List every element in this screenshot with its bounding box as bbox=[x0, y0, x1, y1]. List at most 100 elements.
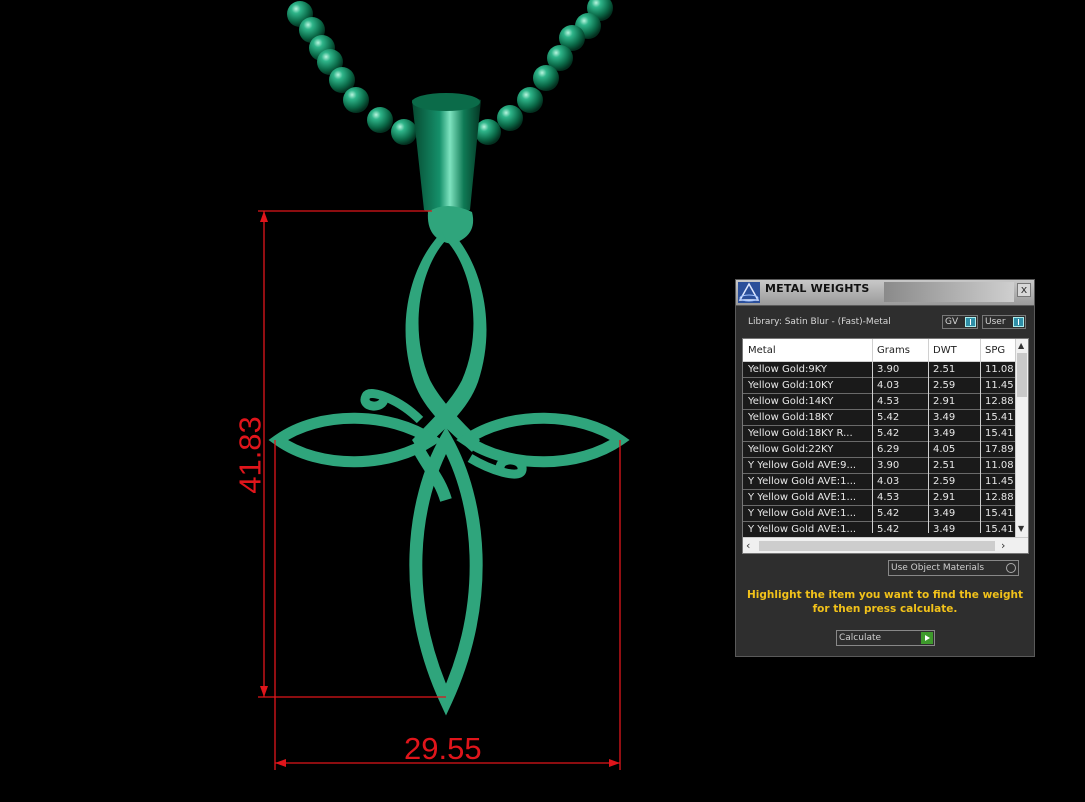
cell-grams: 5.42 bbox=[877, 412, 900, 423]
cell-dwt: 3.49 bbox=[933, 428, 956, 439]
cell-grams: 4.53 bbox=[877, 396, 900, 407]
table-row[interactable]: Y Yellow Gold AVE:1... 4.53 2.91 12.88 bbox=[743, 490, 1015, 506]
play-icon bbox=[921, 632, 933, 644]
cell-metal: Y Yellow Gold AVE:1... bbox=[748, 508, 857, 519]
table-row[interactable]: Yellow Gold:18KY R... 5.42 3.49 15.41 bbox=[743, 426, 1015, 442]
chain-bead bbox=[533, 65, 559, 91]
vertical-scrollbar[interactable]: ▲ ▼ bbox=[1015, 339, 1028, 537]
gv-toggle[interactable]: GV bbox=[942, 315, 978, 329]
toggle-indicator-icon bbox=[965, 317, 976, 327]
pendant-bail bbox=[412, 93, 481, 216]
metal-weights-panel: METAL WEIGHTS x Library: Satin Blur - (F… bbox=[735, 279, 1035, 657]
cell-metal: Yellow Gold:22KY bbox=[748, 444, 834, 455]
chain-bead bbox=[475, 119, 501, 145]
cell-metal: Yellow Gold:18KY R... bbox=[748, 428, 853, 439]
use-object-materials-button[interactable]: Use Object Materials bbox=[888, 560, 1019, 576]
gv-toggle-label: GV bbox=[945, 317, 959, 327]
library-label: Library: Satin Blur - (Fast)-Metal bbox=[748, 317, 891, 327]
chain-bead bbox=[343, 87, 369, 113]
scroll-right-icon[interactable]: › bbox=[1001, 539, 1005, 552]
calculate-button[interactable]: Calculate bbox=[836, 630, 935, 646]
close-button[interactable]: x bbox=[1017, 283, 1031, 297]
chain-bead bbox=[367, 107, 393, 133]
cell-grams: 4.03 bbox=[877, 380, 900, 391]
table-row[interactable]: Y Yellow Gold AVE:1... 4.03 2.59 11.45 bbox=[743, 474, 1015, 490]
cell-dwt: 2.91 bbox=[933, 492, 956, 503]
cell-metal: Yellow Gold:10KY bbox=[748, 380, 834, 391]
cell-dwt: 2.51 bbox=[933, 460, 956, 471]
scroll-up-icon[interactable]: ▲ bbox=[1018, 341, 1024, 350]
table-row[interactable]: Y Yellow Gold AVE:1... 5.42 3.49 15.41 bbox=[743, 522, 1015, 538]
column-divider bbox=[872, 339, 873, 533]
cell-spg: 15.41 bbox=[985, 524, 1014, 535]
pendant-cross bbox=[268, 206, 630, 716]
cell-metal: Y Yellow Gold AVE:1... bbox=[748, 492, 857, 503]
cell-spg: 15.41 bbox=[985, 412, 1014, 423]
scroll-thumb[interactable] bbox=[759, 541, 995, 551]
cell-spg: 15.41 bbox=[985, 428, 1014, 439]
cell-dwt: 3.49 bbox=[933, 412, 956, 423]
cell-dwt: 4.05 bbox=[933, 444, 956, 455]
panel-titlebar[interactable]: METAL WEIGHTS x bbox=[736, 280, 1034, 306]
cell-metal: Yellow Gold:14KY bbox=[748, 396, 834, 407]
height-dimension-label: 41.83 bbox=[232, 416, 268, 494]
horizontal-scrollbar[interactable]: ‹ › bbox=[743, 537, 1028, 553]
scroll-left-icon[interactable]: ‹ bbox=[746, 539, 750, 552]
cell-dwt: 3.49 bbox=[933, 508, 956, 519]
width-dimension-label: 29.55 bbox=[404, 731, 482, 766]
cell-dwt: 3.49 bbox=[933, 524, 956, 535]
cell-metal: Yellow Gold:9KY bbox=[748, 364, 827, 375]
cell-grams: 6.29 bbox=[877, 444, 900, 455]
cell-spg: 11.45 bbox=[985, 476, 1014, 487]
cell-grams: 5.42 bbox=[877, 508, 900, 519]
user-toggle-label: User bbox=[985, 317, 1006, 327]
table-body: Yellow Gold:9KY 3.90 2.51 11.08 Yellow Gold:… bbox=[743, 362, 1015, 538]
scroll-thumb[interactable] bbox=[1017, 353, 1027, 397]
cell-dwt: 2.91 bbox=[933, 396, 956, 407]
chain-bead bbox=[497, 105, 523, 131]
column-header-dwt[interactable]: DWT bbox=[933, 345, 957, 356]
table-row[interactable]: Yellow Gold:14KY 4.53 2.91 12.88 bbox=[743, 394, 1015, 410]
cell-metal: Yellow Gold:18KY bbox=[748, 412, 834, 423]
hint-line: for then press calculate. bbox=[812, 603, 958, 615]
cell-grams: 3.90 bbox=[877, 460, 900, 471]
table-row[interactable]: Yellow Gold:9KY 3.90 2.51 11.08 bbox=[743, 362, 1015, 378]
column-header-spg[interactable]: SPG bbox=[985, 345, 1005, 356]
metal-table[interactable]: Metal Grams DWT SPG Yellow Gold:9KY 3.90 2… bbox=[742, 338, 1029, 554]
cell-spg: 11.45 bbox=[985, 380, 1014, 391]
scroll-down-icon[interactable]: ▼ bbox=[1018, 524, 1024, 533]
column-header-metal[interactable]: Metal bbox=[748, 345, 776, 356]
table-row[interactable]: Yellow Gold:22KY 6.29 4.05 17.89 bbox=[743, 442, 1015, 458]
user-toggle[interactable]: User bbox=[982, 315, 1026, 329]
cell-dwt: 2.59 bbox=[933, 380, 956, 391]
column-divider bbox=[980, 339, 981, 533]
titlebar-fill bbox=[884, 282, 1014, 302]
chain-bead bbox=[517, 87, 543, 113]
cell-metal: Y Yellow Gold AVE:9... bbox=[748, 460, 857, 471]
table-row[interactable]: Y Yellow Gold AVE:9... 3.90 2.51 11.08 bbox=[743, 458, 1015, 474]
cell-dwt: 2.59 bbox=[933, 476, 956, 487]
cell-spg: 12.88 bbox=[985, 396, 1014, 407]
hint-text: Highlight the item you want to find the … bbox=[746, 588, 1024, 616]
cell-grams: 4.03 bbox=[877, 476, 900, 487]
cell-spg: 11.08 bbox=[985, 364, 1014, 375]
column-header-grams[interactable]: Grams bbox=[877, 345, 910, 356]
cell-spg: 17.89 bbox=[985, 444, 1014, 455]
use-object-materials-label: Use Object Materials bbox=[891, 563, 985, 573]
table-row[interactable]: Yellow Gold:18KY 5.42 3.49 15.41 bbox=[743, 410, 1015, 426]
cell-spg: 15.41 bbox=[985, 508, 1014, 519]
hint-line: Highlight the item you want to find the … bbox=[747, 589, 1023, 601]
cell-grams: 5.42 bbox=[877, 524, 900, 535]
table-row[interactable]: Yellow Gold:10KY 4.03 2.59 11.45 bbox=[743, 378, 1015, 394]
calculate-label: Calculate bbox=[839, 633, 882, 643]
cell-spg: 11.08 bbox=[985, 460, 1014, 471]
toggle-indicator-icon bbox=[1013, 317, 1024, 327]
radio-icon bbox=[1006, 563, 1016, 573]
cell-grams: 4.53 bbox=[877, 492, 900, 503]
cell-spg: 12.88 bbox=[985, 492, 1014, 503]
chain-bead bbox=[391, 119, 417, 145]
table-header: Metal Grams DWT SPG bbox=[743, 339, 1015, 362]
cell-metal: Y Yellow Gold AVE:1... bbox=[748, 476, 857, 487]
table-row[interactable]: Y Yellow Gold AVE:1... 5.42 3.49 15.41 bbox=[743, 506, 1015, 522]
cell-metal: Y Yellow Gold AVE:1... bbox=[748, 524, 857, 535]
